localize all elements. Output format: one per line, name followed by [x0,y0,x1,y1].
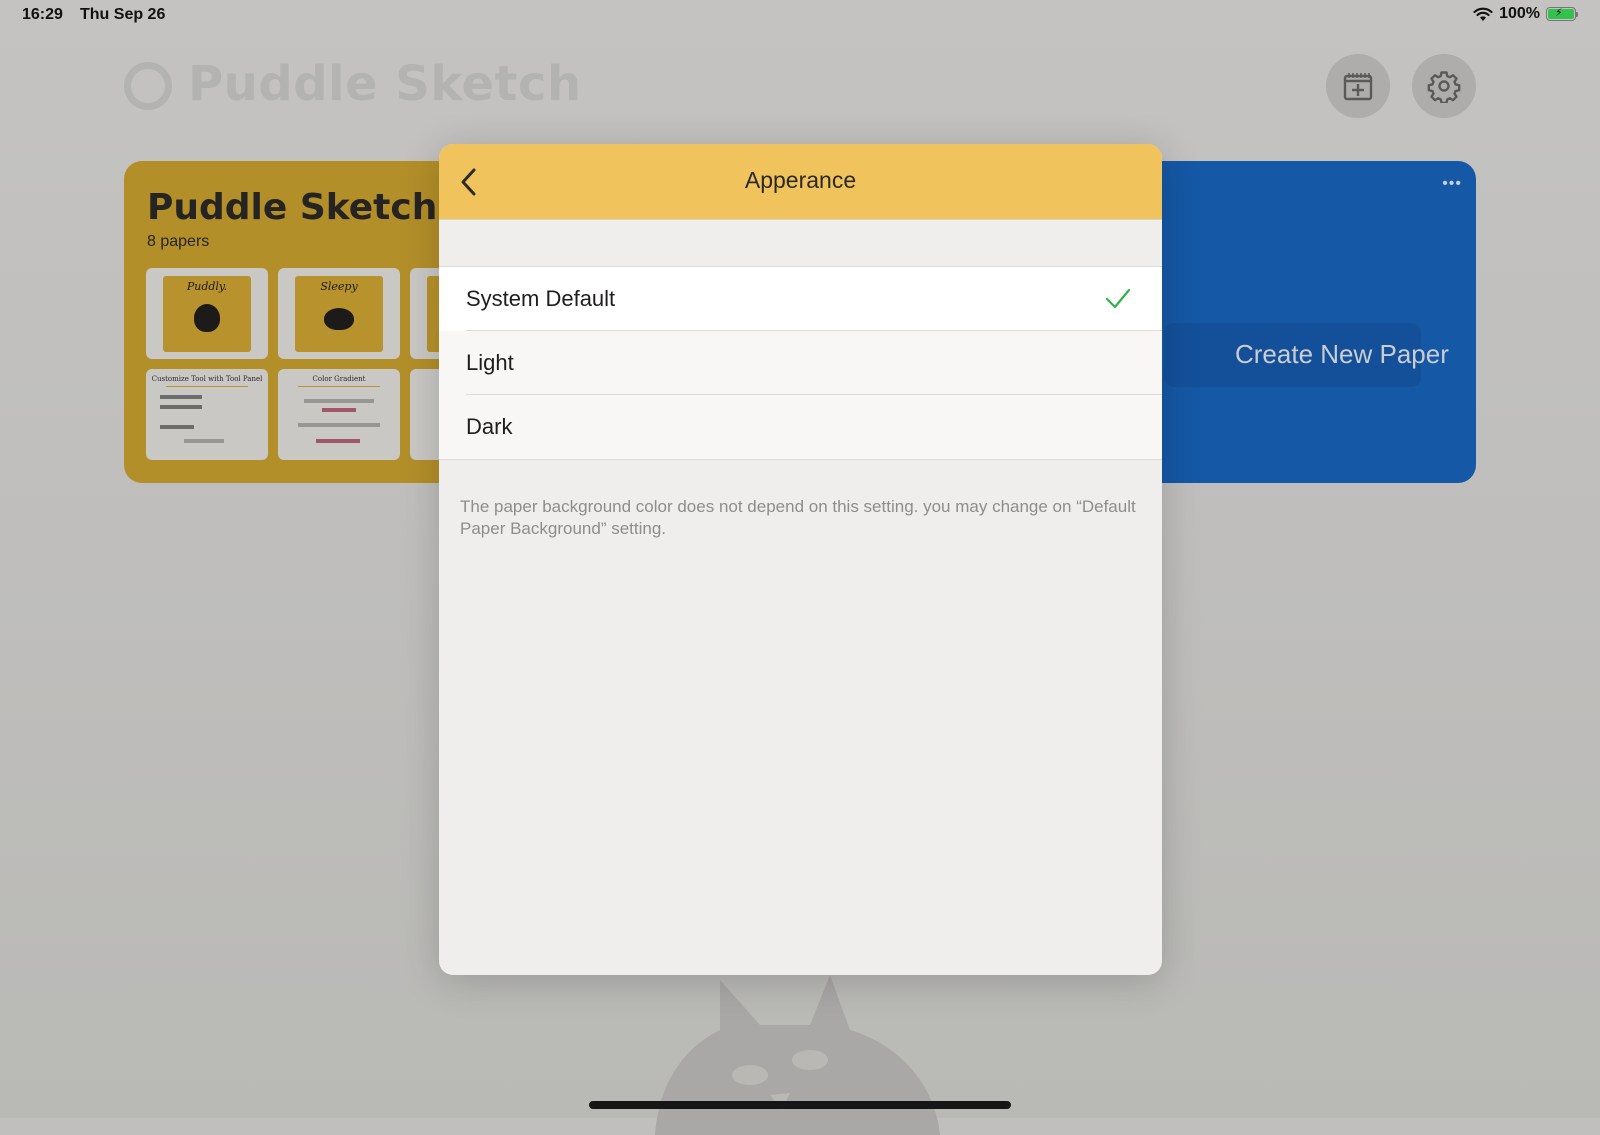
folder-title: Puddle Sketch [147,187,438,228]
wifi-icon [1473,7,1493,21]
cat-drawing [194,304,220,332]
cat-watermark-icon [655,975,940,1135]
option-label: System Default [466,286,616,311]
appearance-modal: Apperance System Default Light Dark The … [439,144,1162,975]
ellipsis-icon[interactable]: ••• [1442,175,1462,193]
option-light[interactable]: Light [439,331,1162,395]
status-bar: 16:29 Thu Sep 26 100% [0,0,1600,32]
home-indicator[interactable] [589,1101,1011,1109]
gear-icon [1427,71,1461,103]
thumbnail-label: Color Gradient [312,375,366,383]
checkmark-icon [1105,288,1131,309]
thumbnail-label: Customize Tool with Tool Panel [151,375,263,383]
paper-thumbnail[interactable]: Color Gradient [278,369,400,460]
battery-percent: 100% [1499,5,1540,22]
status-indicators: 100% [1473,5,1578,23]
create-new-paper-label: Create New Paper [1235,339,1449,369]
option-label: Dark [466,414,513,439]
thumbnail-label: Sleepy [320,280,358,293]
settings-button[interactable] [1412,54,1476,118]
thumbnail-label: Puddly. [186,280,228,293]
paper-thumbnail[interactable]: Customize Tool with Tool Panel [146,369,268,460]
modal-title: Apperance [744,167,857,193]
new-calendar-button[interactable] [1326,54,1390,118]
appearance-footnote: The paper background color does not depe… [460,497,1136,538]
folder-paper-count: 8 papers [147,233,210,250]
cat-drawing [324,308,354,330]
status-date: Thu Sep 26 [80,6,166,23]
create-new-paper-button[interactable]: Create New Paper [1164,323,1449,387]
circle-logo-icon [124,62,172,110]
battery-fill [1548,6,1574,19]
status-time: 16:29 [22,6,63,23]
paper-thumbnail[interactable]: Sleepy [278,268,400,359]
modal-header: Apperance [439,144,1162,220]
option-dark[interactable]: Dark [439,395,1162,459]
battery-icon [1546,6,1578,21]
option-system-default[interactable]: System Default [439,267,1162,331]
paper-thumbnail[interactable]: Puddly. [146,268,268,359]
app-title: Puddle Sketch [188,56,582,112]
option-label: Light [466,350,514,375]
calendar-plus-icon [1343,73,1373,101]
appearance-options: System Default Light Dark [439,266,1162,460]
